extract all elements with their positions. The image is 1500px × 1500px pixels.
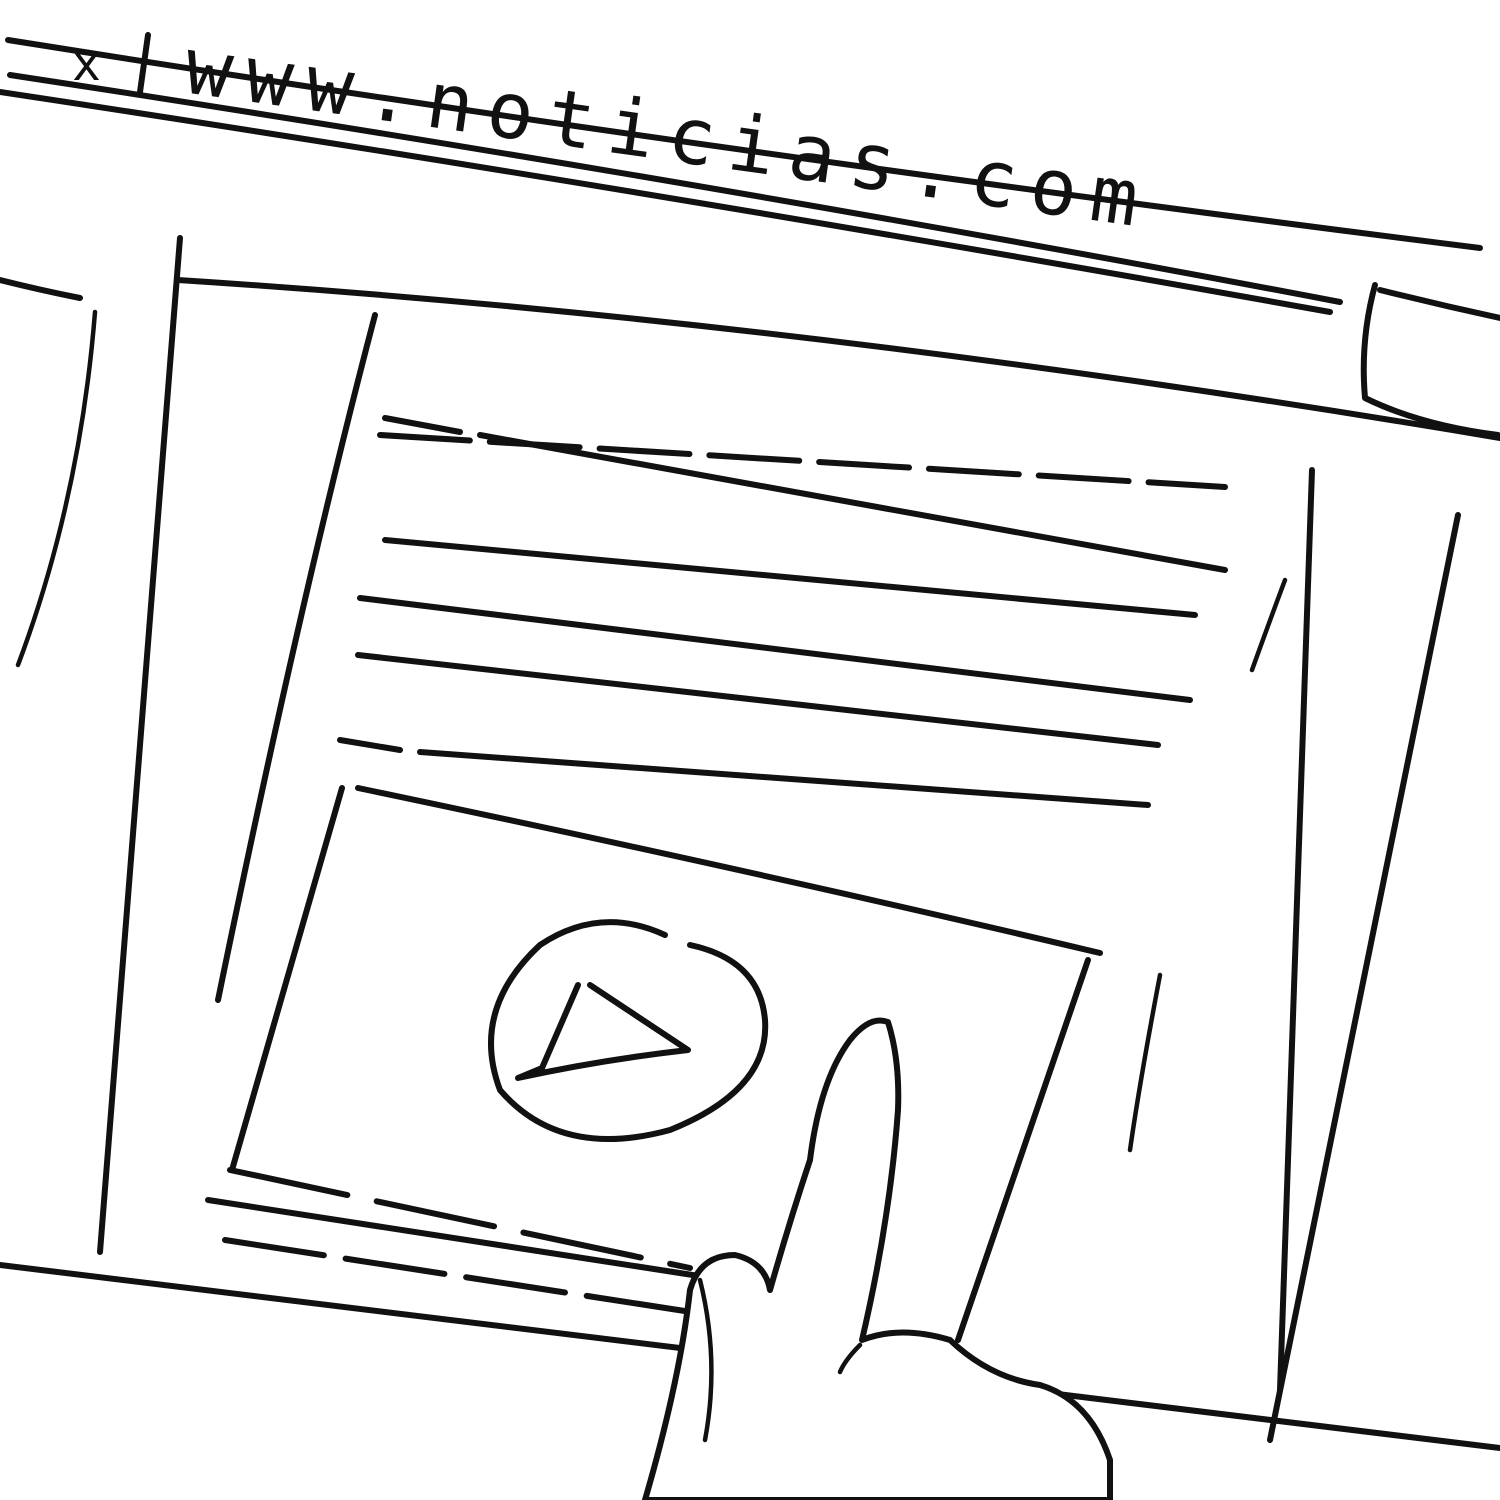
text-line-faint [377,432,1228,490]
close-icon[interactable]: x [72,36,101,92]
address-bar: x www.noticias.com [0,22,1483,315]
text-line [382,537,1198,618]
text-line [357,595,1193,703]
card-right-edge-bottom [1127,972,1163,1153]
content-left-edge [97,235,183,1255]
content-top-edge [175,277,1500,441]
article-card [215,312,1288,1153]
caption-line [205,1197,728,1283]
url-field[interactable]: www.noticias.com [179,22,1157,247]
text-line [337,737,1151,808]
caption-line [222,1237,733,1321]
video-player[interactable] [227,785,1103,1343]
browser-sketch: x www.noticias.com [0,22,1500,1500]
left-panel-edge [15,309,98,668]
address-bar-divider [137,32,151,95]
play-button-circle[interactable] [488,919,769,1142]
play-icon [515,982,691,1081]
card-right-edge-top [1249,577,1288,673]
video-top-edge [355,785,1103,956]
play-button[interactable] [488,919,769,1142]
card-left-edge [215,312,378,1003]
left-panel-top [0,277,83,301]
video-right-edge [955,957,1091,1343]
text-line [355,652,1161,748]
sidebar-right-edge [1267,512,1461,1443]
scroll-button[interactable] [1360,282,1500,438]
close-tab-button[interactable]: x [72,36,101,92]
